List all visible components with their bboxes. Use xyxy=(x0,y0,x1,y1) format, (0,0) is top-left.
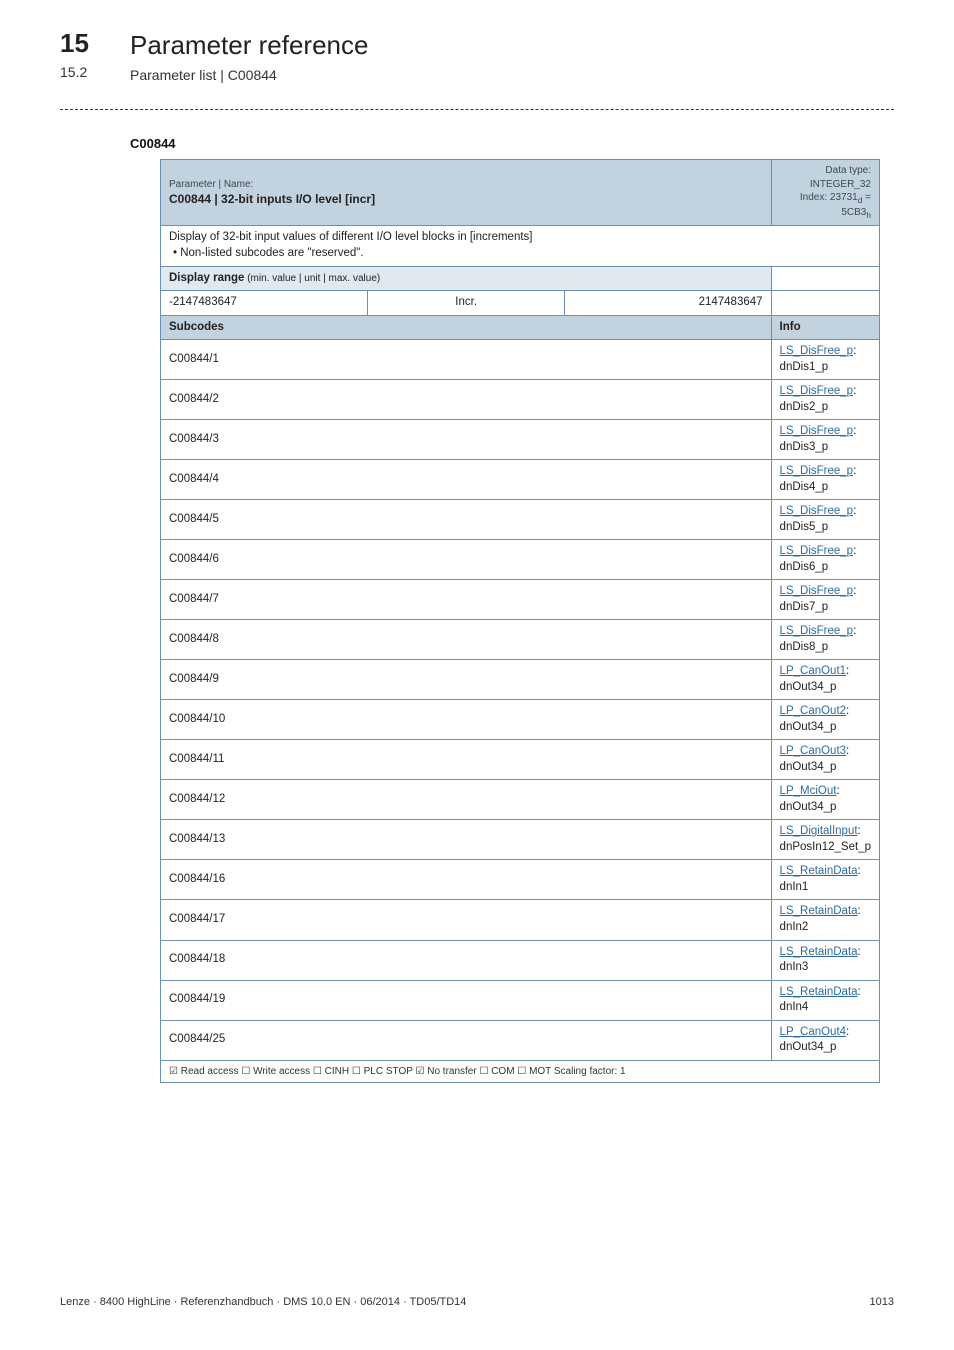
subcode-cell: C00844/13 xyxy=(161,820,772,860)
subcode-cell: C00844/3 xyxy=(161,420,772,460)
param-description-line1: Display of 32-bit input values of differ… xyxy=(169,230,871,246)
info-cell: LS_DisFree_p: dnDis3_p xyxy=(771,420,879,460)
subcode-cell: C00844/1 xyxy=(161,340,772,380)
info-cell: LS_DisFree_p: dnDis8_p xyxy=(771,620,879,660)
info-link[interactable]: LS_DisFree_p xyxy=(780,505,854,517)
subcode-cell: C00844/5 xyxy=(161,500,772,540)
info-link[interactable]: LS_RetainData xyxy=(780,946,858,958)
subcode-cell: C00844/10 xyxy=(161,700,772,740)
info-cell: LP_CanOut4: dnOut34_p xyxy=(771,1020,879,1060)
info-cell: LS_DigitalInput: dnPosIn12_Set_p xyxy=(771,820,879,860)
param-description: Display of 32-bit input values of differ… xyxy=(161,226,880,266)
param-header-index: Index: 23731d = 5CB3h xyxy=(780,191,871,221)
param-header-main: C00844 | 32-bit inputs I/O level [incr] xyxy=(169,191,763,207)
col-header-info: Info xyxy=(771,315,879,340)
subcode-cell: C00844/4 xyxy=(161,460,772,500)
info-cell: LS_DisFree_p: dnDis7_p xyxy=(771,580,879,620)
subcode-cell: C00844/18 xyxy=(161,940,772,980)
info-link[interactable]: LP_CanOut4 xyxy=(780,1026,847,1038)
info-cell: LS_RetainData: dnIn1 xyxy=(771,860,879,900)
info-cell: LS_RetainData: dnIn4 xyxy=(771,980,879,1020)
info-link[interactable]: LS_RetainData xyxy=(780,986,858,998)
display-range-empty2 xyxy=(771,291,879,316)
param-header-datatype: Data type: INTEGER_32 xyxy=(780,164,871,191)
info-cell: LS_DisFree_p: dnDis1_p xyxy=(771,340,879,380)
info-link[interactable]: LS_RetainData xyxy=(780,865,858,877)
param-description-line2: • Non-listed subcodes are "reserved". xyxy=(169,246,871,262)
info-cell: LS_DisFree_p: dnDis5_p xyxy=(771,500,879,540)
section-title: Parameter reference xyxy=(130,30,894,61)
display-range-max: 2147483647 xyxy=(565,291,771,316)
section-number: 15 xyxy=(60,28,89,59)
subcode-cell: C00844/17 xyxy=(161,900,772,940)
subcode-cell: C00844/16 xyxy=(161,860,772,900)
info-link[interactable]: LP_CanOut3 xyxy=(780,745,847,757)
info-cell: LP_CanOut3: dnOut34_p xyxy=(771,740,879,780)
subcode-cell: C00844/8 xyxy=(161,620,772,660)
subcode-cell: C00844/9 xyxy=(161,660,772,700)
info-cell: LS_DisFree_p: dnDis4_p xyxy=(771,460,879,500)
divider xyxy=(60,109,894,110)
info-link[interactable]: LP_CanOut1 xyxy=(780,665,847,677)
info-link[interactable]: LS_DigitalInput xyxy=(780,825,858,837)
subcode-cell: C00844/19 xyxy=(161,980,772,1020)
subcode-cell: C00844/11 xyxy=(161,740,772,780)
footer-left: Lenze · 8400 HighLine · Referenzhandbuch… xyxy=(60,1296,466,1308)
info-link[interactable]: LS_DisFree_p xyxy=(780,585,854,597)
info-link[interactable]: LS_DisFree_p xyxy=(780,465,854,477)
param-header-left: Parameter | Name: C00844 | 32-bit inputs… xyxy=(161,160,772,226)
display-range-unit: Incr. xyxy=(368,291,565,316)
display-range-empty xyxy=(771,266,879,291)
parameter-anchor: C00844 xyxy=(130,136,894,151)
info-link[interactable]: LS_DisFree_p xyxy=(780,625,854,637)
info-link[interactable]: LP_CanOut2 xyxy=(780,705,847,717)
info-cell: LS_RetainData: dnIn3 xyxy=(771,940,879,980)
info-cell: LP_MciOut: dnOut34_p xyxy=(771,780,879,820)
info-link[interactable]: LS_DisFree_p xyxy=(780,545,854,557)
info-link[interactable]: LS_DisFree_p xyxy=(780,425,854,437)
param-header-label: Parameter | Name: xyxy=(169,178,763,192)
info-link[interactable]: LS_DisFree_p xyxy=(780,385,854,397)
info-cell: LP_CanOut1: dnOut34_p xyxy=(771,660,879,700)
subcode-cell: C00844/6 xyxy=(161,540,772,580)
subcode-cell: C00844/12 xyxy=(161,780,772,820)
subcode-cell: C00844/7 xyxy=(161,580,772,620)
display-range-label: Display range (min. value | unit | max. … xyxy=(161,266,772,291)
col-header-subcodes: Subcodes xyxy=(161,315,772,340)
subsection-number: 15.2 xyxy=(60,64,87,80)
info-cell: LS_DisFree_p: dnDis6_p xyxy=(771,540,879,580)
display-range-min: -2147483647 xyxy=(161,291,368,316)
footer-page-number: 1013 xyxy=(870,1296,894,1308)
access-flags-row: ☑ Read access ☐ Write access ☐ CINH ☐ PL… xyxy=(161,1060,880,1083)
info-cell: LS_DisFree_p: dnDis2_p xyxy=(771,380,879,420)
subcode-cell: C00844/25 xyxy=(161,1020,772,1060)
info-link[interactable]: LS_DisFree_p xyxy=(780,345,854,357)
info-link[interactable]: LS_RetainData xyxy=(780,905,858,917)
info-cell: LP_CanOut2: dnOut34_p xyxy=(771,700,879,740)
subcode-cell: C00844/2 xyxy=(161,380,772,420)
info-link[interactable]: LP_MciOut xyxy=(780,785,837,797)
parameter-table: Parameter | Name: C00844 | 32-bit inputs… xyxy=(160,159,880,1083)
info-cell: LS_RetainData: dnIn2 xyxy=(771,900,879,940)
param-header-right: Data type: INTEGER_32 Index: 23731d = 5C… xyxy=(771,160,879,226)
subsection-title: Parameter list | C00844 xyxy=(130,67,894,83)
